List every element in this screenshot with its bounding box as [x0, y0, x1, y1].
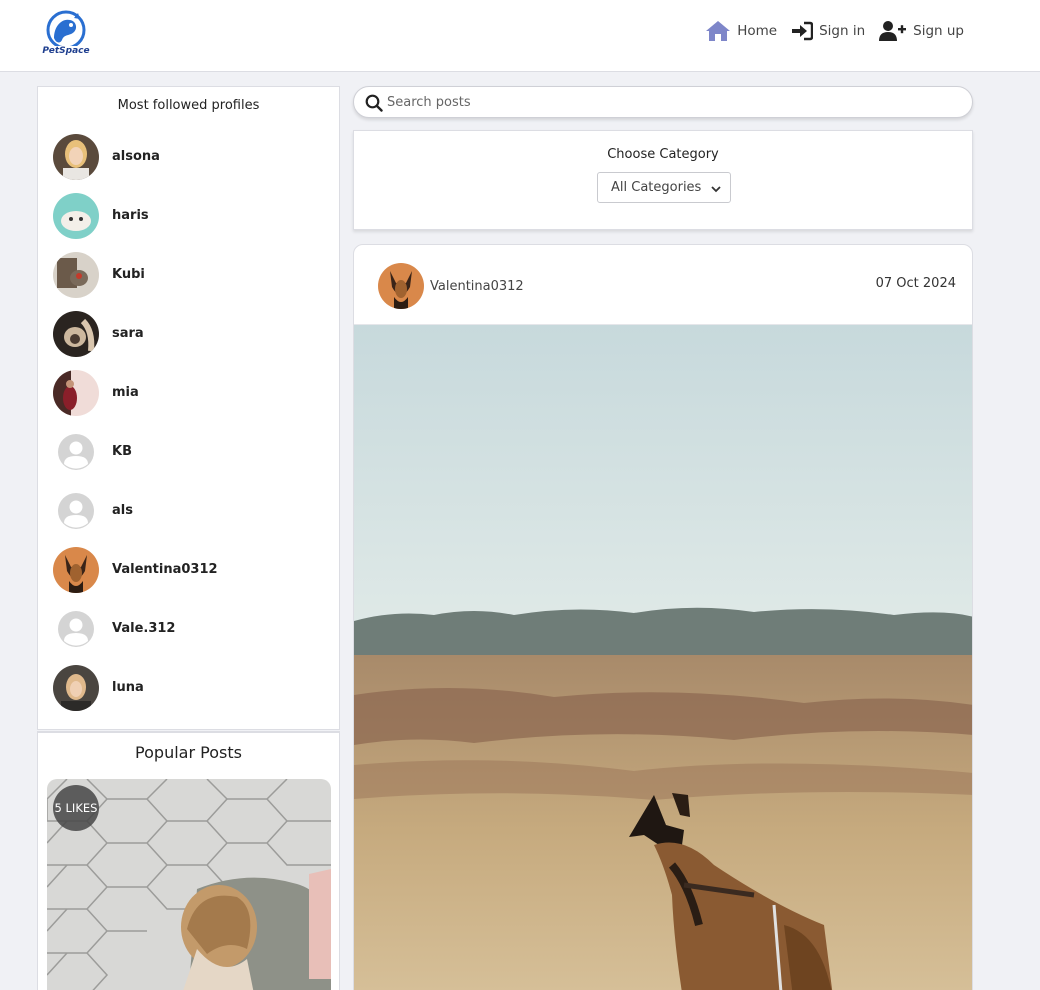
- avatar: [53, 133, 99, 180]
- profile-name: haris: [112, 208, 149, 223]
- avatar: [53, 251, 99, 298]
- nav-home-label: Home: [737, 23, 778, 39]
- post-author-name: Valentina0312: [430, 278, 524, 294]
- nav-sign-in-label: Sign in: [819, 23, 866, 39]
- logo-text: PetSpace: [42, 46, 90, 56]
- nav-sign-in-link[interactable]: Sign in: [791, 21, 865, 41]
- category-selected-value: All Categories: [611, 180, 702, 195]
- profile-name: KB: [112, 444, 132, 459]
- avatar: [53, 369, 99, 416]
- profile-name: Kubi: [112, 267, 145, 282]
- petspace-logo[interactable]: PetSpace: [40, 8, 92, 62]
- profile-item[interactable]: Valentina0312: [53, 540, 218, 599]
- post-author[interactable]: Valentina0312: [378, 263, 524, 309]
- profile-item[interactable]: als: [53, 481, 218, 540]
- profile-name: luna: [112, 680, 144, 695]
- category-select[interactable]: All Categories: [597, 172, 731, 203]
- chevron-down-icon: [710, 183, 722, 198]
- nav-home-link[interactable]: Home: [705, 20, 777, 42]
- likes-badge: 5 LIKES: [53, 785, 99, 831]
- profile-name: Vale.312: [112, 621, 176, 636]
- profile-item[interactable]: KB: [53, 422, 218, 481]
- profile-item[interactable]: haris: [53, 186, 218, 245]
- popular-posts-title: Popular Posts: [135, 743, 242, 762]
- category-filter-panel: Choose Category All Categories: [353, 130, 973, 230]
- search-input[interactable]: [387, 91, 957, 113]
- default-user-icon: [53, 488, 99, 534]
- avatar: [53, 192, 99, 239]
- profile-item[interactable]: mia: [53, 363, 218, 422]
- popular-posts-panel: Popular Posts 5 LIKES: [37, 731, 340, 990]
- most-followed-title: Most followed profiles: [117, 98, 260, 113]
- profile-item[interactable]: Vale.312: [53, 599, 218, 658]
- search-bar: [353, 86, 973, 118]
- profile-list: alsona haris Kubi sara mia KB als Valent…: [53, 127, 218, 717]
- profile-name: alsona: [112, 149, 160, 164]
- profile-name: Valentina0312: [112, 562, 218, 577]
- most-followed-profiles-panel: Most followed profiles alsona haris Kubi…: [37, 86, 340, 730]
- avatar: [378, 263, 424, 309]
- navbar: PetSpace Home Sign in Sign up: [0, 0, 1040, 72]
- profile-name: als: [112, 503, 133, 518]
- avatar: [53, 546, 99, 593]
- profile-item[interactable]: luna: [53, 658, 218, 717]
- category-label: Choose Category: [607, 147, 719, 162]
- profile-item[interactable]: sara: [53, 304, 218, 363]
- post-header: Valentina0312 07 Oct 2024: [354, 245, 972, 325]
- post-image[interactable]: [354, 325, 972, 990]
- home-icon: [705, 20, 731, 42]
- profile-name: sara: [112, 326, 144, 341]
- nav-sign-up-label: Sign up: [913, 23, 964, 39]
- popular-post-card[interactable]: 5 LIKES: [47, 779, 331, 990]
- post-date: 07 Oct 2024: [875, 276, 956, 291]
- user-plus-icon: [879, 20, 907, 42]
- profile-name: mia: [112, 385, 139, 400]
- avatar: [53, 310, 99, 357]
- search-icon: [365, 94, 383, 116]
- default-user-icon: [53, 429, 99, 475]
- nav-links: Home Sign in Sign up: [705, 20, 964, 42]
- profile-item[interactable]: alsona: [53, 127, 218, 186]
- post-card: Valentina0312 07 Oct 2024: [353, 244, 973, 990]
- nav-sign-up-link[interactable]: Sign up: [879, 20, 964, 42]
- sign-in-icon: [791, 21, 814, 41]
- default-user-icon: [53, 606, 99, 652]
- avatar: [53, 664, 99, 711]
- profile-item[interactable]: Kubi: [53, 245, 218, 304]
